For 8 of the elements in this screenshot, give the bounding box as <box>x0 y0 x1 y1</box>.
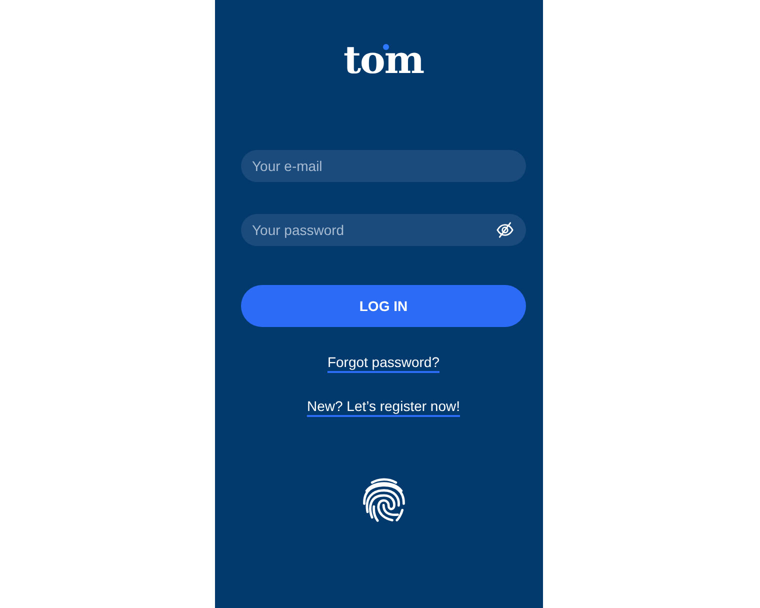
password-field[interactable]: Your password <box>241 214 526 246</box>
email-field[interactable]: Your e-mail <box>241 150 526 182</box>
eye-slash-icon[interactable] <box>496 222 514 238</box>
register-link[interactable]: New? Let’s register now! <box>306 396 460 416</box>
fingerprint-icon[interactable] <box>362 476 406 524</box>
forgot-password-link[interactable]: Forgot password? <box>327 352 440 372</box>
logo-wordmark: tom <box>343 40 424 80</box>
login-button[interactable]: LOG IN <box>241 285 526 327</box>
